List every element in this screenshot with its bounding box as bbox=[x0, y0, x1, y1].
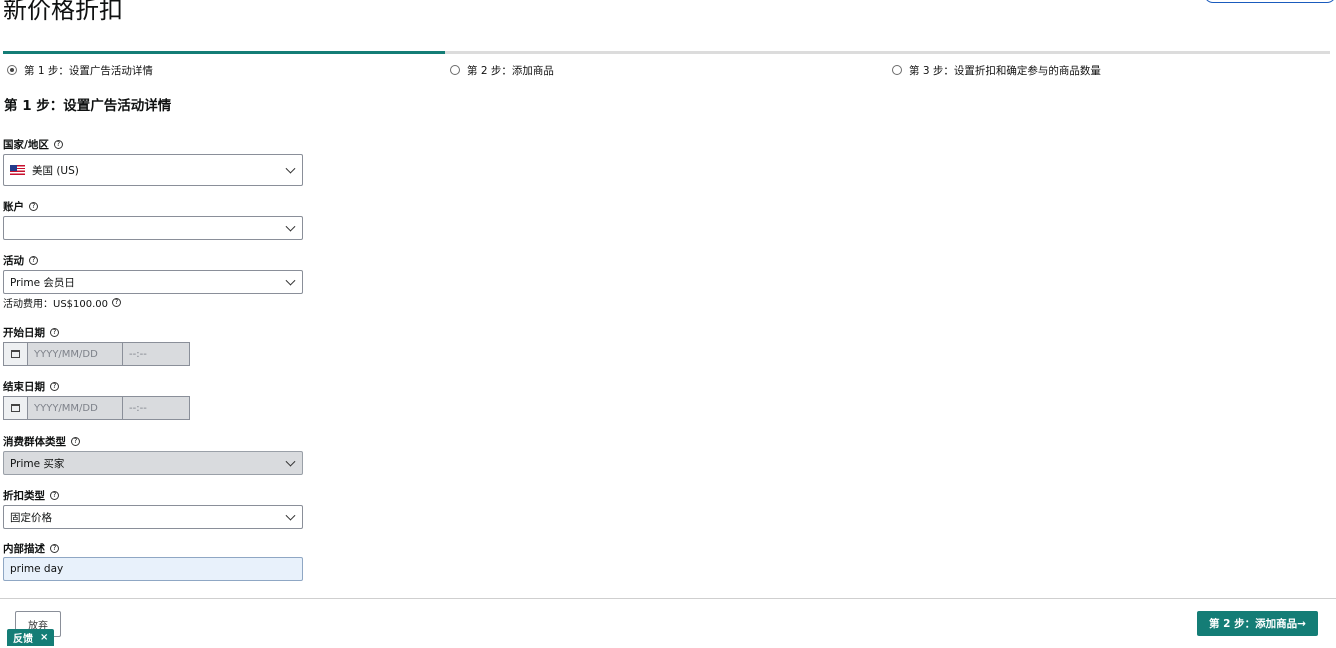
step-2-label: 第 2 步：添加商品 bbox=[467, 64, 554, 77]
discount-type-label-text: 折扣类型 bbox=[3, 490, 45, 502]
chevron-down-icon bbox=[285, 163, 296, 174]
country-select[interactable]: 美国 (US) bbox=[3, 154, 303, 186]
end-date-input[interactable]: YYYY/MM/DD bbox=[27, 396, 123, 420]
feedback-label: 反馈 bbox=[13, 634, 33, 645]
feedback-tab[interactable]: 反馈 × bbox=[7, 629, 55, 646]
chevron-down-icon bbox=[285, 275, 296, 286]
event-label: 活动 ? bbox=[3, 253, 38, 268]
step-2-radio-icon[interactable] bbox=[450, 65, 460, 75]
calendar-icon bbox=[11, 350, 20, 358]
step-3-label: 第 3 步：设置折扣和确定参与的商品数量 bbox=[909, 64, 1101, 77]
end-calendar-button[interactable] bbox=[3, 396, 27, 420]
country-label-text: 国家/地区 bbox=[3, 139, 49, 151]
internal-description-label: 内部描述 ? bbox=[3, 541, 59, 556]
chevron-down-icon bbox=[285, 221, 296, 232]
page-title: 新价格折扣 bbox=[3, 0, 123, 24]
chevron-down-icon bbox=[285, 456, 296, 467]
event-value: Prime 会员日 bbox=[10, 276, 75, 289]
start-calendar-button[interactable] bbox=[3, 342, 27, 366]
us-flag-icon bbox=[10, 165, 25, 175]
help-icon[interactable]: ? bbox=[50, 491, 59, 500]
step-1-radio-icon[interactable] bbox=[7, 65, 17, 75]
calendar-icon bbox=[11, 404, 20, 412]
customer-segment-value: Prime 买家 bbox=[10, 457, 65, 470]
internal-description-label-text: 内部描述 bbox=[3, 543, 45, 555]
event-fee-text: 活动费用：US$100.00 bbox=[3, 299, 109, 310]
discount-type-select[interactable]: 固定价格 bbox=[3, 505, 303, 529]
help-icon[interactable]: ? bbox=[50, 544, 59, 553]
next-step-button[interactable]: 第 2 步：添加商品→ bbox=[1197, 611, 1318, 636]
step-1-label: 第 1 步：设置广告活动详情 bbox=[24, 64, 153, 77]
event-select[interactable]: Prime 会员日 bbox=[3, 270, 303, 294]
step-1[interactable]: 第 1 步：设置广告活动详情 bbox=[7, 63, 153, 77]
help-icon[interactable]: ? bbox=[112, 298, 122, 307]
event-fee-note: 活动费用：US$100.00 ? bbox=[3, 295, 122, 310]
chevron-down-icon bbox=[285, 510, 296, 521]
account-label: 账户 ? bbox=[3, 199, 38, 214]
start-date-label: 开始日期 ? bbox=[3, 325, 59, 340]
start-date-label-text: 开始日期 bbox=[3, 327, 45, 339]
end-time-input[interactable]: --:-- bbox=[123, 396, 190, 420]
help-icon[interactable]: ? bbox=[50, 328, 59, 337]
close-icon[interactable]: × bbox=[40, 632, 48, 643]
section-title: 第 1 步：设置广告活动详情 bbox=[4, 98, 172, 114]
discount-type-value: 固定价格 bbox=[10, 511, 52, 524]
help-icon[interactable]: ? bbox=[50, 382, 59, 391]
step-2[interactable]: 第 2 步：添加商品 bbox=[450, 63, 554, 77]
step-3-radio-icon[interactable] bbox=[892, 65, 902, 75]
end-date-group: YYYY/MM/DD --:-- bbox=[3, 396, 190, 420]
account-label-text: 账户 bbox=[3, 201, 24, 213]
country-value: 美国 (US) bbox=[32, 164, 79, 177]
progress-fill bbox=[3, 51, 445, 54]
customer-segment-select[interactable]: Prime 买家 bbox=[3, 451, 303, 475]
help-icon[interactable]: ? bbox=[29, 256, 38, 265]
end-date-label: 结束日期 ? bbox=[3, 379, 59, 394]
customer-segment-label-text: 消费群体类型 bbox=[3, 436, 66, 448]
account-select[interactable] bbox=[3, 216, 303, 240]
footer-divider bbox=[0, 598, 1336, 599]
country-label: 国家/地区 ? bbox=[3, 137, 63, 152]
customer-segment-label: 消费群体类型 ? bbox=[3, 434, 80, 449]
start-date-group: YYYY/MM/DD --:-- bbox=[3, 342, 190, 366]
internal-description-input[interactable]: prime day bbox=[3, 557, 303, 581]
start-time-input[interactable]: --:-- bbox=[123, 342, 190, 366]
corner-pill-button[interactable] bbox=[1204, 0, 1336, 3]
discount-type-label: 折扣类型 ? bbox=[3, 488, 59, 503]
end-date-label-text: 结束日期 bbox=[3, 381, 45, 393]
help-icon[interactable]: ? bbox=[71, 437, 80, 446]
event-label-text: 活动 bbox=[3, 255, 24, 267]
step-3[interactable]: 第 3 步：设置折扣和确定参与的商品数量 bbox=[892, 63, 1101, 77]
help-icon[interactable]: ? bbox=[53, 140, 63, 149]
start-date-input[interactable]: YYYY/MM/DD bbox=[27, 342, 123, 366]
help-icon[interactable]: ? bbox=[29, 202, 38, 211]
